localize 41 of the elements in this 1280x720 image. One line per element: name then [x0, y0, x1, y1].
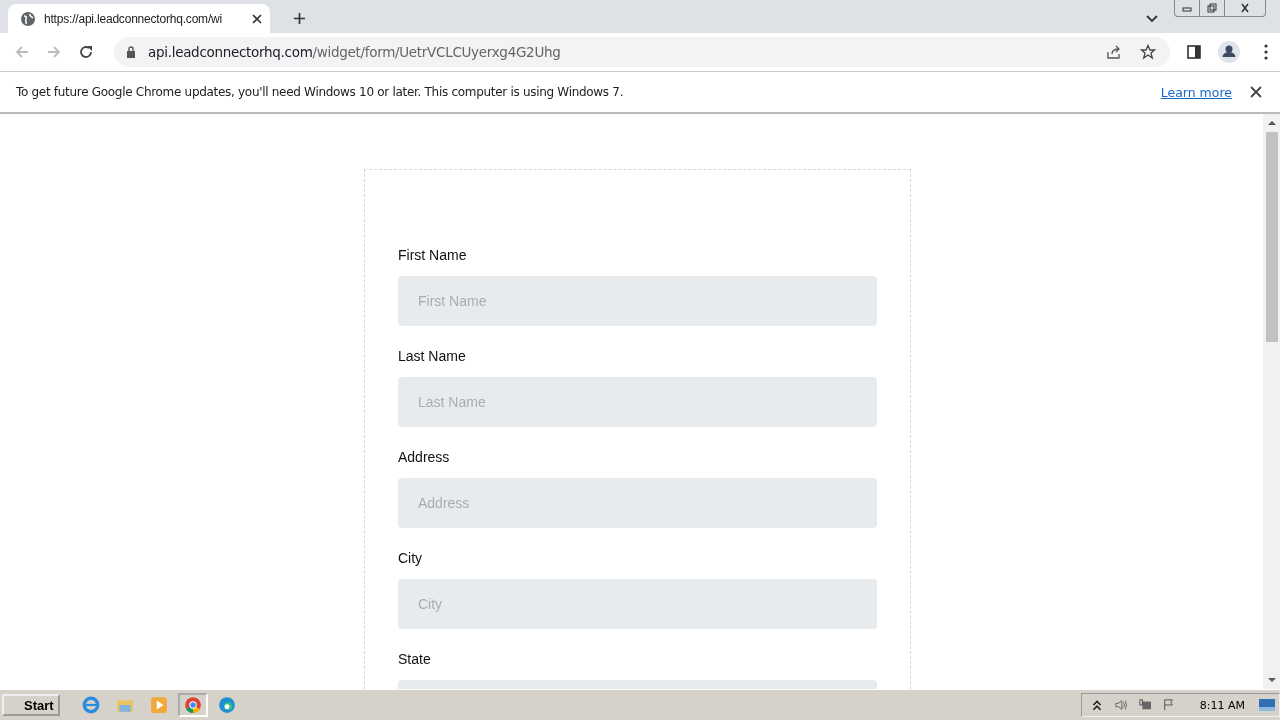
scroll-up-icon[interactable] [1267, 120, 1276, 126]
side-panel-icon[interactable] [1186, 44, 1202, 60]
close-icon[interactable] [252, 13, 262, 24]
address-bar[interactable]: api.leadconnectorhq.com/widget/form/UetrVCLCUyerxg4G2Uhg [114, 37, 1170, 67]
update-message: To get future Google Chrome updates, you'll need Windows 10 or later. This computer is using Windows 7. [16, 85, 625, 99]
close-icon[interactable] [1250, 86, 1262, 98]
input-field[interactable]: Last Name [398, 377, 877, 427]
input-field[interactable]: First Name [398, 276, 877, 326]
speaker-icon[interactable] [1113, 699, 1128, 711]
profile-icon[interactable] [1218, 41, 1240, 63]
field-label: Address [398, 449, 451, 465]
scrollbar[interactable] [1263, 114, 1280, 689]
chrome-icon [183, 696, 202, 714]
new-tab-icon[interactable] [293, 12, 306, 25]
learn-more-link[interactable]: Learn more [1160, 84, 1232, 100]
browser-tab[interactable]: https://api.leadconnectorhq.com/wi [8, 4, 270, 33]
tab-title: https://api.leadconnectorhq.com/wi [44, 11, 223, 26]
menu-icon[interactable] [1264, 44, 1268, 60]
chevron-down-icon[interactable] [1146, 15, 1158, 23]
url-text: api.leadconnectorhq.com/widget/form/UetrVCLCUyerxg4G2Uhg [148, 44, 561, 60]
share-icon[interactable] [1106, 44, 1122, 60]
field-label: State [398, 651, 432, 667]
lock-icon [126, 46, 136, 58]
field-label: First Name [398, 247, 468, 263]
star-icon[interactable] [1140, 44, 1156, 60]
show-desktop-icon[interactable] [1259, 699, 1275, 711]
clock[interactable]: 8:11 AM [1199, 698, 1245, 712]
edge-icon[interactable] [217, 696, 236, 714]
scroll-down-icon[interactable] [1267, 677, 1276, 683]
input-field[interactable]: City [398, 579, 877, 629]
close-icon [1239, 3, 1251, 13]
globe-icon [20, 10, 36, 27]
chrome-taskbar-button[interactable] [177, 693, 208, 717]
network-icon[interactable] [1137, 699, 1152, 711]
input-field[interactable]: Address [398, 478, 877, 528]
reload-icon[interactable] [78, 44, 94, 60]
flag-icon[interactable] [1161, 699, 1176, 711]
field-label: Last Name [398, 348, 467, 364]
field-label: City [398, 550, 424, 566]
restore-icon [1206, 3, 1218, 13]
start-button[interactable]: Start [2, 694, 60, 716]
